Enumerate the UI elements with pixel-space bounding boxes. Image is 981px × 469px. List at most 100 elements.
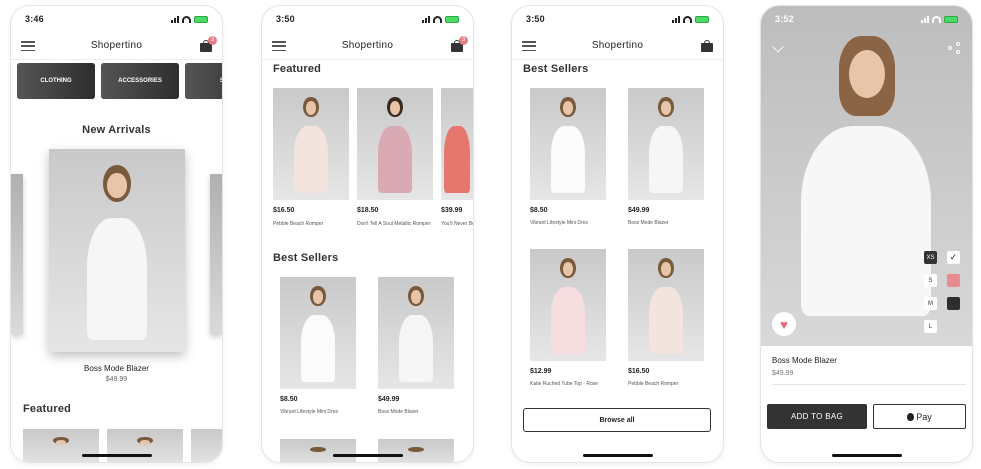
- best-seller-image[interactable]: [280, 277, 356, 389]
- product-name: Katie Ruched Tube Top - Rose: [530, 381, 599, 387]
- product-image[interactable]: [530, 249, 606, 361]
- category-clothing[interactable]: CLOTHING: [17, 63, 95, 99]
- battery-icon: [445, 15, 459, 23]
- wifi-icon: [182, 15, 191, 23]
- size-option-xs[interactable]: XS: [924, 251, 937, 264]
- status-time: 3:46: [25, 14, 44, 24]
- battery-icon: [695, 15, 709, 23]
- color-swatch-pink[interactable]: [947, 274, 960, 287]
- category-label: SH: [219, 78, 222, 84]
- best-seller-image[interactable]: [378, 277, 454, 389]
- bag-icon[interactable]: 3: [451, 36, 468, 52]
- product-name: Vibrant Lifestyle Mini Dres: [530, 220, 588, 226]
- product-price: $8.50: [280, 396, 298, 403]
- app-title: Shopertino: [591, 40, 644, 51]
- nav-bar: Shopertino 3: [262, 32, 473, 60]
- heart-icon[interactable]: ♥: [772, 312, 796, 336]
- hamburger-icon[interactable]: [272, 41, 286, 51]
- product-price: $16.50: [628, 368, 650, 375]
- product-name: You'll Never Be...: [441, 221, 473, 227]
- category-shoes[interactable]: SH: [185, 63, 222, 99]
- hero-product-price: $49.99: [105, 376, 128, 383]
- product-image[interactable]: [628, 249, 704, 361]
- category-label: ACCESSORIES: [118, 78, 162, 84]
- product-price: $12.99: [530, 368, 552, 375]
- nav-bar: Shopertino 3: [11, 32, 222, 60]
- home-indicator: [831, 454, 902, 457]
- status-icons: [672, 15, 709, 23]
- featured-thumb[interactable]: [107, 429, 183, 462]
- carousel-prev-card[interactable]: [11, 174, 23, 334]
- phone-featured-screen: 3:50 Shopertino 3 Featured $16.50 Pebble…: [262, 6, 473, 462]
- best-sellers-title: Best Sellers: [273, 252, 339, 264]
- featured-product-image[interactable]: [273, 88, 349, 200]
- apple-icon: [907, 412, 915, 421]
- status-time: 3:50: [526, 14, 545, 24]
- cart-count-badge: 3: [208, 36, 217, 45]
- phone-best-sellers-screen: 3:50 Shopertino Best Sellers $8.50 Vibra…: [512, 6, 723, 462]
- featured-thumb[interactable]: [23, 429, 99, 462]
- product-name: Vibrant Lifestyle Mini Dres: [280, 409, 338, 415]
- color-swatch-dark[interactable]: [947, 297, 960, 310]
- hamburger-icon[interactable]: [21, 41, 35, 51]
- home-indicator: [582, 454, 653, 457]
- signal-icon: [422, 15, 430, 23]
- color-swatch-white[interactable]: ✓: [947, 251, 960, 264]
- signal-icon: [921, 15, 929, 23]
- product-name: Boss Mode Blazer: [628, 220, 669, 226]
- product-price: $49.99: [378, 396, 400, 403]
- status-bar: 3:50: [262, 6, 473, 32]
- cart-count-badge: 3: [459, 36, 468, 45]
- apple-pay-button[interactable]: Pay: [873, 404, 966, 429]
- category-accessories[interactable]: ACCESSORIES: [101, 63, 179, 99]
- hamburger-icon[interactable]: [522, 41, 536, 51]
- featured-title: Featured: [23, 403, 72, 415]
- best-sellers-title: Best Sellers: [523, 63, 589, 75]
- product-detail-image[interactable]: [761, 6, 972, 346]
- best-seller-image[interactable]: [280, 439, 356, 462]
- browse-all-button[interactable]: Browse all: [523, 408, 711, 432]
- add-to-bag-button[interactable]: ADD TO BAG: [767, 404, 867, 429]
- product-name: Boss Mode Blazer: [378, 409, 419, 415]
- share-icon[interactable]: [948, 42, 960, 54]
- product-price: $8.50: [530, 207, 548, 214]
- wifi-icon: [683, 15, 692, 23]
- status-time: 3:52: [775, 14, 794, 24]
- status-icons: [171, 15, 208, 23]
- category-row: CLOTHING ACCESSORIES SH: [17, 63, 222, 99]
- status-icons: [422, 15, 459, 23]
- status-bar: 3:52: [761, 6, 972, 32]
- phone-home-screen: 3:46 Shopertino 3 CLOTHING ACCESSORIES S…: [11, 6, 222, 462]
- signal-icon: [672, 15, 680, 23]
- pay-label: Pay: [916, 411, 932, 422]
- category-label: CLOTHING: [40, 78, 72, 84]
- featured-thumb[interactable]: [191, 429, 222, 462]
- status-icons: [921, 15, 958, 23]
- wifi-icon: [932, 15, 941, 23]
- featured-product-image[interactable]: [357, 88, 433, 200]
- product-name: Pebble Beach Romper: [273, 221, 324, 227]
- bag-icon[interactable]: 3: [200, 36, 217, 52]
- product-image[interactable]: [628, 88, 704, 200]
- signal-icon: [171, 15, 179, 23]
- status-bar: 3:50: [512, 6, 723, 32]
- checkmark-icon: ✓: [949, 252, 958, 262]
- size-option-s[interactable]: S: [924, 274, 937, 287]
- product-name: Boss Mode Blazer: [772, 356, 837, 365]
- battery-icon: [944, 15, 958, 23]
- product-price: $49.99: [772, 370, 794, 377]
- product-image[interactable]: [530, 88, 606, 200]
- app-title: Shopertino: [341, 40, 394, 51]
- home-indicator: [332, 454, 403, 457]
- product-price: $16.50: [273, 207, 295, 214]
- size-option-m[interactable]: M: [924, 297, 937, 310]
- battery-icon: [194, 15, 208, 23]
- size-option-l[interactable]: L: [924, 320, 937, 333]
- bag-icon[interactable]: [701, 40, 713, 52]
- status-bar: 3:46: [11, 6, 222, 32]
- best-seller-image[interactable]: [378, 439, 454, 462]
- featured-product-image[interactable]: [441, 88, 473, 200]
- carousel-next-card[interactable]: [210, 174, 222, 334]
- divider: [772, 384, 966, 385]
- hero-product-image[interactable]: [49, 149, 185, 352]
